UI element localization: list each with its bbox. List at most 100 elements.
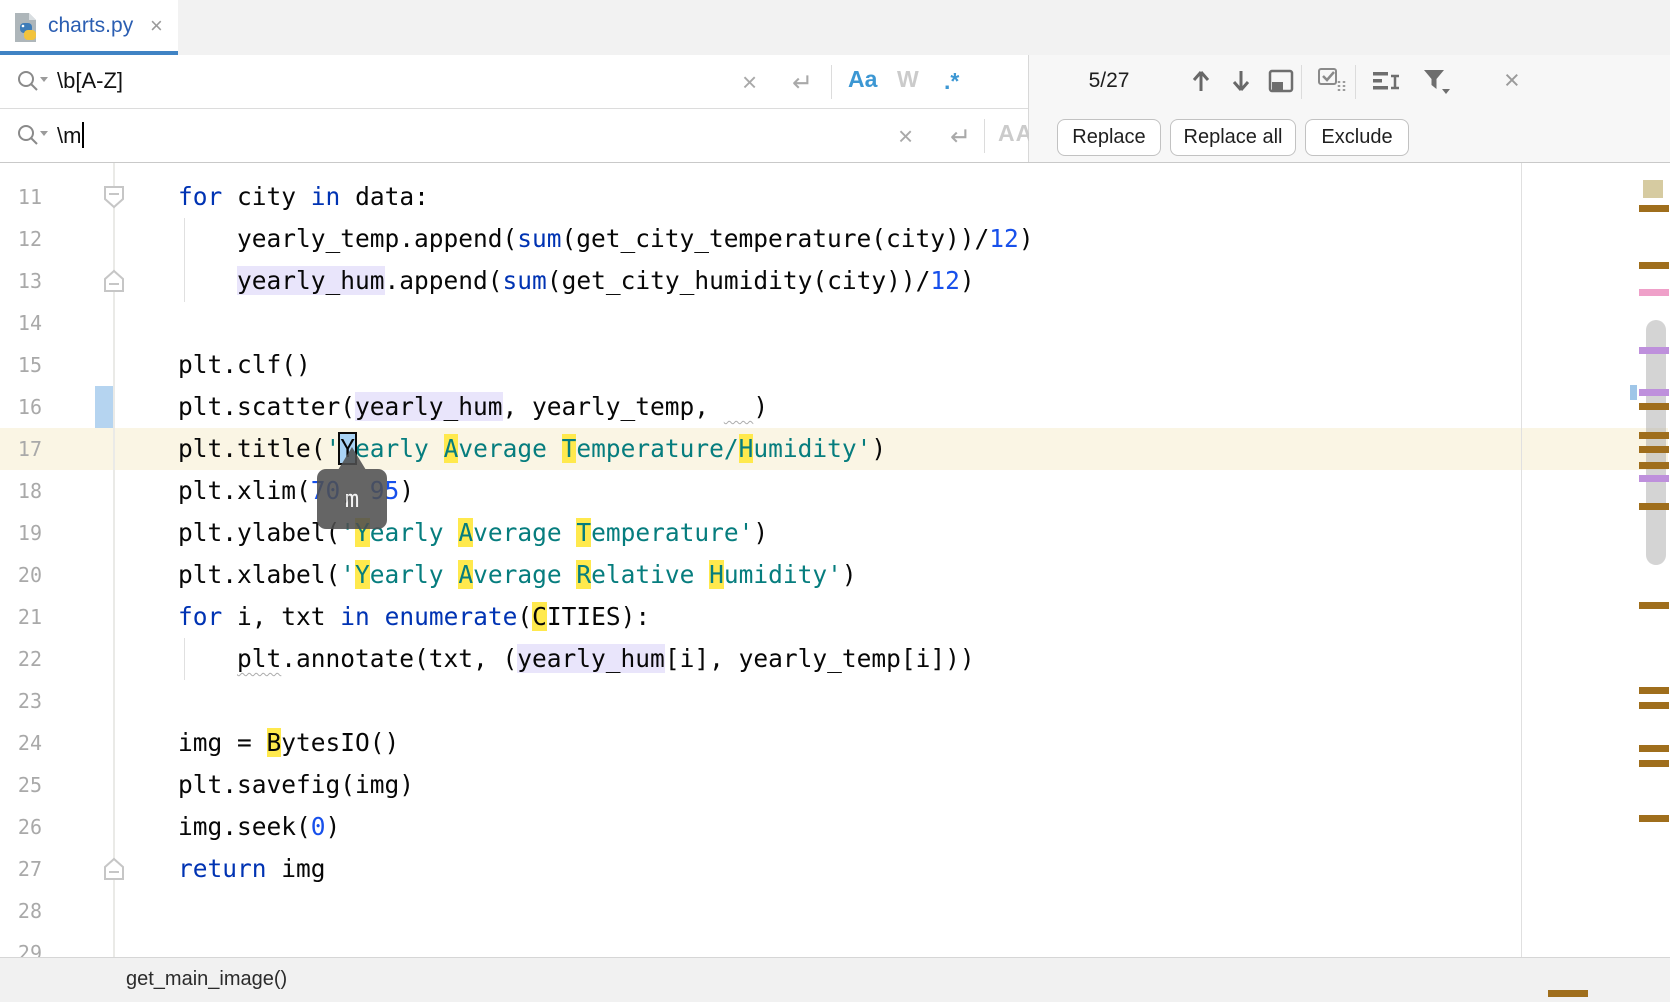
code-line[interactable]: 12 yearly_temp.append(sum(get_city_tempe… [0,218,1670,260]
stripe-mark[interactable] [1639,475,1669,482]
exclude-button[interactable]: Exclude [1305,119,1409,156]
code-token: yearly_temp.append( [119,224,517,253]
python-file-icon [12,12,39,48]
ide-window: charts.py × \b[A-Z] × ↵ Aa W .* [0,0,1670,1002]
words-toggle[interactable]: W [897,66,919,93]
code-token: yearly_hum [517,644,665,673]
stripe-mark[interactable] [1639,815,1669,822]
code-line[interactable]: 11 for city in data: [0,176,1670,218]
previous-match-icon[interactable] [1189,67,1213,100]
stripe-mark[interactable] [1639,745,1669,752]
line-number: 14 [0,302,42,344]
replace-button[interactable]: Replace [1057,119,1161,156]
select-all-occurrences-icon[interactable] [1317,67,1349,100]
code-token: B [267,728,282,757]
line-number: 12 [0,218,42,260]
code-token: for [178,182,222,211]
stripe-mark[interactable] [1548,990,1588,997]
stripe-change-mark[interactable] [1630,385,1637,400]
code-line[interactable]: 26 img.seek(0) [0,806,1670,848]
code-line[interactable]: 13 yearly_hum.append(sum(get_city_humidi… [0,260,1670,302]
code-line[interactable]: 20 plt.xlabel('Yearly Average Relative H… [0,554,1670,596]
code-line[interactable]: 27 return img [0,848,1670,890]
open-in-find-window-icon[interactable] [1267,67,1295,100]
code-line[interactable]: 21 for i, txt in enumerate(CITIES): [0,596,1670,638]
search-filter-icon[interactable] [1421,67,1451,102]
code-token: 0 [311,812,326,841]
regex-toggle[interactable]: .* [944,68,959,95]
line-number: 15 [0,344,42,386]
stripe-mark[interactable] [1639,687,1669,694]
code-line[interactable]: 16 plt.scatter(yearly_hum, yearly_temp, … [0,386,1670,428]
code-token: A [444,434,459,463]
code-line[interactable]: 29 [0,932,1670,957]
next-match-icon[interactable] [1229,67,1253,100]
code-line[interactable]: 18 plt.xlim(70, 95) [0,470,1670,512]
code-token [119,644,237,673]
code-text: plt.clf() [119,344,311,386]
replace-clear-icon[interactable]: × [898,123,913,149]
search-clear-icon[interactable]: × [742,69,757,95]
code-token: , yearly_temp, [503,392,724,421]
filter-lines-icon[interactable] [1371,67,1401,100]
code-token: ) [326,812,341,841]
stripe-mark[interactable] [1639,760,1669,767]
fold-marker-icon[interactable] [103,269,125,293]
stripe-mark[interactable] [1639,503,1669,510]
breadcrumb-context[interactable]: get_main_image() [126,968,287,991]
tab-close-icon[interactable]: × [150,13,163,39]
stripe-mark[interactable] [1639,432,1669,439]
code-line[interactable]: 25 plt.savefig(img) [0,764,1670,806]
fold-marker-icon[interactable] [103,185,125,209]
code-token: .append( [385,266,503,295]
stripe-mark[interactable] [1639,446,1669,453]
stripe-mark[interactable] [1639,262,1669,269]
code-line[interactable]: 28 [0,890,1670,932]
close-find-bar-icon[interactable]: × [1504,65,1520,96]
code-line[interactable]: 22 plt.annotate(txt, (yearly_hum[i], yea… [0,638,1670,680]
line-number: 18 [0,470,42,512]
search-newline-icon[interactable]: ↵ [792,68,813,98]
code-token: .annotate(txt, ( [281,644,517,673]
stripe-mark[interactable] [1639,205,1669,212]
code-line[interactable]: 17 plt.title('Yearly Average Temperature… [0,428,1670,470]
code-line[interactable]: 23 [0,680,1670,722]
stripe-mark[interactable] [1639,702,1669,709]
line-number: 19 [0,512,42,554]
stripe-mark[interactable] [1639,389,1669,396]
replace-newline-icon[interactable]: ↵ [950,122,971,152]
stripe-mark[interactable] [1639,602,1669,609]
replace-all-button[interactable]: Replace all [1170,119,1296,156]
code-token: emperature/ [576,434,738,463]
stripe-mark[interactable] [1639,289,1669,296]
code-token: ( [517,602,532,631]
code-token: plt.savefig(img) [119,770,414,799]
replace-value: \m [57,123,81,148]
vcs-change-marker[interactable] [95,386,113,428]
code-token: ) [842,560,857,589]
code-token: return [178,854,267,883]
code-editor[interactable]: 11 for city in data:12 yearly_temp.appen… [0,163,1670,957]
code-token: in [340,602,370,631]
replace-input[interactable]: \m [57,122,84,149]
line-number: 23 [0,680,42,722]
code-text: plt.annotate(txt, (yearly_hum[i], yearly… [119,638,975,680]
code-line[interactable]: 14 [0,302,1670,344]
inspection-status-square[interactable] [1643,180,1663,198]
stripe-mark[interactable] [1639,403,1669,410]
code-line[interactable]: 24 img = BytesIO() [0,722,1670,764]
tab-charts-py[interactable]: charts.py × [0,0,178,55]
search-input[interactable]: \b[A-Z] [57,68,123,94]
code-text: for city in data: [119,176,429,218]
scrollbar-thumb[interactable] [1646,320,1666,565]
fold-marker-icon[interactable] [103,857,125,881]
code-line[interactable]: 19 plt.ylabel('Yearly Average Temperatur… [0,512,1670,554]
code-token: elative [591,560,709,589]
code-line[interactable]: 15 plt.clf() [0,344,1670,386]
code-token: i, txt [222,602,340,631]
stripe-mark[interactable] [1639,347,1669,354]
stripe-mark[interactable] [1639,462,1669,469]
preserve-case-toggle[interactable]: AA [998,120,1033,147]
match-case-toggle[interactable]: Aa [848,66,877,93]
code-token: for [178,602,222,631]
